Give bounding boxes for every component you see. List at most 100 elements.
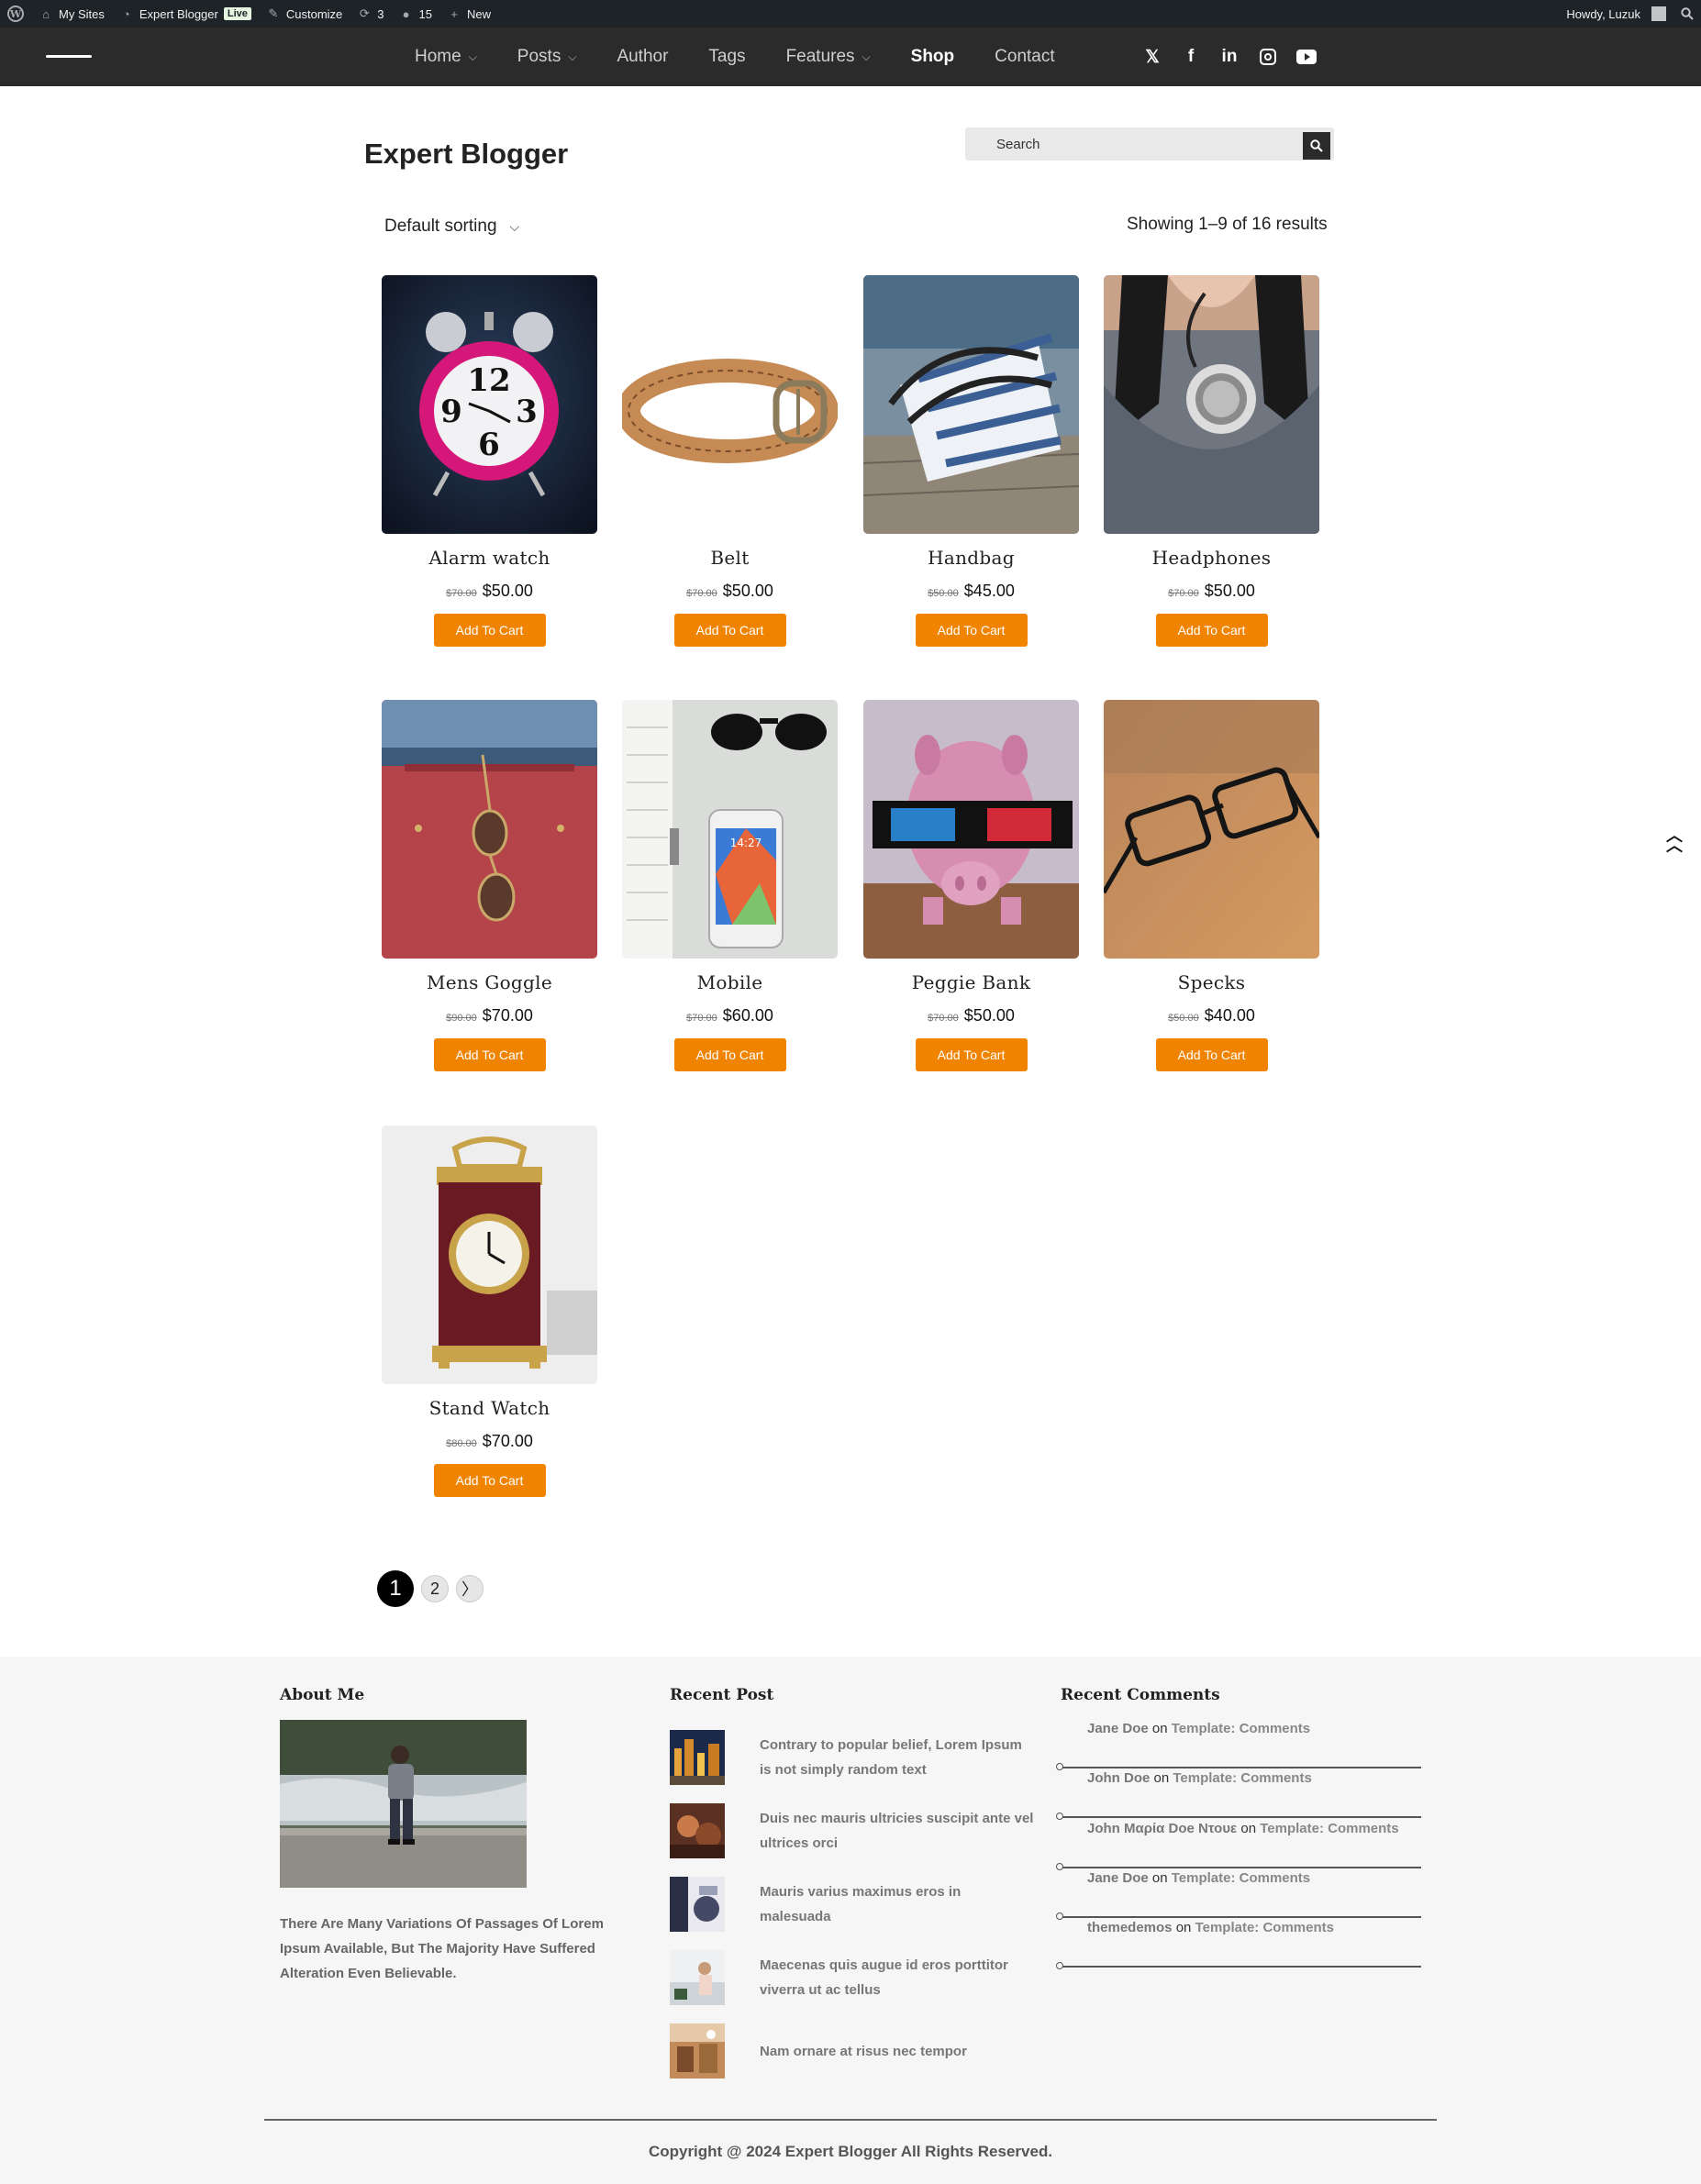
recent-post-item[interactable]: Contrary to popular belief, Lorem Ipsum … xyxy=(670,1730,1037,1785)
next-page-button[interactable]: 〉 xyxy=(456,1575,484,1602)
recent-comment-text: Jane Doe on Template: Comments xyxy=(1087,1721,1310,1736)
add-to-cart-button[interactable]: Add To Cart xyxy=(915,1038,1028,1071)
comment-bubble-icon: ● xyxy=(402,6,410,21)
recent-post-title[interactable]: Mauris varius maximus eros in malesuada xyxy=(760,1879,1035,1929)
recent-comment-text: themedemos on Template: Comments xyxy=(1087,1920,1334,1935)
product-image[interactable] xyxy=(622,275,838,534)
old-price: $70.00 xyxy=(686,588,717,599)
new-label: New xyxy=(466,6,491,21)
my-account-menu[interactable]: Howdy, Luzuk xyxy=(1559,0,1673,28)
comment-author[interactable]: Jane Doe xyxy=(1087,1721,1149,1736)
page-1[interactable]: 1 xyxy=(377,1570,414,1607)
nav-item-posts[interactable]: Posts ⌵ xyxy=(497,28,597,86)
product-image[interactable]: 14:27 xyxy=(622,700,838,959)
nav-item-contact[interactable]: Contact xyxy=(974,28,1074,86)
recent-post-thumbnail[interactable] xyxy=(670,1950,725,2005)
nav-item-home[interactable]: Home ⌵ xyxy=(395,28,497,86)
comment-post-link[interactable]: Template: Comments xyxy=(1195,1920,1334,1935)
product-name[interactable]: Peggie Bank xyxy=(863,971,1079,993)
my-sites-menu[interactable]: ⌂ My Sites xyxy=(31,0,112,28)
product-name[interactable]: Belt xyxy=(622,547,838,569)
add-to-cart-button[interactable]: Add To Cart xyxy=(673,1038,786,1071)
customize-link[interactable]: ✎ Customize xyxy=(259,0,350,28)
product-name[interactable]: Headphones xyxy=(1104,547,1319,569)
comments-link[interactable]: ● 15 xyxy=(392,0,439,28)
recent-post-title[interactable]: Nam ornare at risus nec tempor xyxy=(760,2039,1035,2064)
search-input[interactable] xyxy=(965,127,1295,161)
chevron-down-icon: ⌵ xyxy=(509,218,520,234)
product-image[interactable] xyxy=(1104,700,1319,959)
old-price: $70.00 xyxy=(686,1013,717,1024)
add-to-cart-button[interactable]: Add To Cart xyxy=(673,614,786,647)
nav-item-label: Home xyxy=(415,47,461,66)
recent-post-title[interactable]: Maecenas quis augue id eros porttitor vi… xyxy=(760,1953,1035,2002)
recent-post-title[interactable]: Contrary to popular belief, Lorem Ipsum … xyxy=(760,1733,1035,1782)
product-image[interactable] xyxy=(1104,275,1319,534)
about-text: There Are Many Variations Of Passages Of… xyxy=(280,1916,604,1981)
facebook-icon[interactable]: f xyxy=(1181,47,1201,67)
recent-post-title[interactable]: Duis nec mauris ultricies suscipit ante … xyxy=(760,1806,1035,1856)
back-to-top-icon[interactable]: ︿ ︿ xyxy=(1665,827,1684,854)
sale-price: $60.00 xyxy=(722,1006,773,1025)
site-name-menu[interactable]: ◔ Expert Blogger Live xyxy=(112,0,259,28)
comment-author[interactable]: John Doe xyxy=(1087,1770,1150,1786)
search-icon xyxy=(1310,139,1323,152)
comment-on-word: on xyxy=(1151,1721,1168,1736)
add-to-cart-button[interactable]: Add To Cart xyxy=(915,614,1028,647)
nav-item-features[interactable]: Features ⌵ xyxy=(766,28,891,86)
recent-post-item[interactable]: Duis nec mauris ultricies suscipit ante … xyxy=(670,1803,1037,1858)
recent-comment-item: John Doe on Template: Comments xyxy=(1056,1768,1421,1820)
comment-post-link[interactable]: Template: Comments xyxy=(1172,1870,1310,1886)
updates-link[interactable]: ⟳ 3 xyxy=(350,0,391,28)
nav-item-tags[interactable]: Tags xyxy=(688,28,765,86)
nav-item-author[interactable]: Author xyxy=(596,28,688,86)
comment-author[interactable]: themedemos xyxy=(1087,1920,1173,1935)
old-price: $70.00 xyxy=(928,1013,959,1024)
product-name[interactable]: Mobile xyxy=(622,971,838,993)
recent-comment-text: Jane Doe on Template: Comments xyxy=(1087,1870,1310,1886)
wp-logo-menu[interactable]: W xyxy=(0,0,31,28)
product-name[interactable]: Alarm watch xyxy=(382,547,597,569)
recent-post-item[interactable]: Maecenas quis augue id eros porttitor vi… xyxy=(670,1950,1037,2005)
product-image[interactable]: 12 9 3 6 xyxy=(382,275,597,534)
recent-post-thumbnail[interactable] xyxy=(670,1730,725,1785)
admin-search-button[interactable] xyxy=(1673,0,1701,28)
add-to-cart-button[interactable]: Add To Cart xyxy=(433,1038,546,1071)
product-image[interactable] xyxy=(382,700,597,959)
comment-post-link[interactable]: Template: Comments xyxy=(1172,1721,1310,1736)
nav-item-shop[interactable]: Shop xyxy=(891,28,975,86)
product-name[interactable]: Mens Goggle xyxy=(382,971,597,993)
product-image[interactable] xyxy=(863,700,1079,959)
new-content-menu[interactable]: + New xyxy=(439,0,498,28)
sorting-select[interactable]: Default sorting ⌵ xyxy=(384,216,519,237)
recent-post-thumbnail[interactable] xyxy=(670,1803,725,1858)
product-image[interactable] xyxy=(863,275,1079,534)
product-name[interactable]: Specks xyxy=(1104,971,1319,993)
add-to-cart-button[interactable]: Add To Cart xyxy=(433,614,546,647)
instagram-icon[interactable] xyxy=(1260,49,1276,65)
comment-author[interactable]: John Μαρία Doe Ντουε xyxy=(1087,1821,1237,1836)
x-twitter-icon[interactable]: 𝕏 xyxy=(1142,47,1162,67)
product-card: Handbag $50.00 $45.00 Add To Cart xyxy=(863,275,1079,647)
site-title[interactable]: Expert Blogger xyxy=(364,138,568,171)
page-2[interactable]: 2 xyxy=(421,1575,449,1602)
recent-post-item[interactable]: Nam ornare at risus nec tempor xyxy=(670,2023,1037,2079)
nav-item-label: Features xyxy=(785,47,855,66)
recent-post-thumbnail[interactable] xyxy=(670,1877,725,1932)
product-name[interactable]: Stand Watch xyxy=(382,1397,597,1419)
youtube-icon[interactable] xyxy=(1296,50,1317,64)
search-icon xyxy=(1681,7,1694,20)
product-image[interactable] xyxy=(382,1125,597,1384)
add-to-cart-button[interactable]: Add To Cart xyxy=(1155,1038,1268,1071)
search-button[interactable] xyxy=(1303,132,1330,160)
add-to-cart-button[interactable]: Add To Cart xyxy=(1155,614,1268,647)
comment-post-link[interactable]: Template: Comments xyxy=(1173,1770,1311,1786)
product-name[interactable]: Handbag xyxy=(863,547,1079,569)
recent-post-thumbnail[interactable] xyxy=(670,2023,725,2079)
comment-post-link[interactable]: Template: Comments xyxy=(1260,1821,1398,1836)
comment-author[interactable]: Jane Doe xyxy=(1087,1870,1149,1886)
add-to-cart-button[interactable]: Add To Cart xyxy=(433,1464,546,1497)
primary-menu: Home ⌵ Posts ⌵ Author Tags Features ⌵ Shop Contac… xyxy=(395,28,1075,86)
linkedin-icon[interactable]: in xyxy=(1219,47,1240,67)
recent-post-item[interactable]: Mauris varius maximus eros in malesuada xyxy=(670,1877,1037,1932)
